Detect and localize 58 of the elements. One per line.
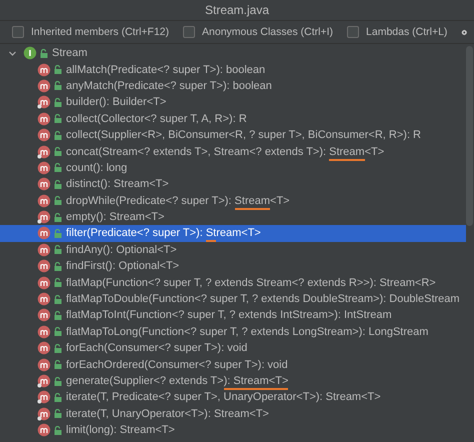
method-item[interactable]: flatMapToDouble(Function<? super T, ? extends DoubleStream>): DoubleStream bbox=[66, 293, 460, 306]
lock-icon bbox=[54, 376, 62, 386]
method-item[interactable]: flatMapToLong(Function<? super T, ? extends LongStream>): LongStream bbox=[66, 326, 428, 338]
lock-icon bbox=[54, 310, 62, 320]
method-item[interactable]: filter(Predicate<? super T>): Stream<T> bbox=[66, 227, 261, 240]
lock-icon bbox=[54, 245, 62, 254]
method-item[interactable]: flatMap(Function<? super T, ? extends Stream<? extends R>>): Stream<R> bbox=[66, 276, 436, 289]
lock-icon bbox=[54, 163, 62, 172]
filter-checkbox[interactable]: Inherited members (Ctrl+F12) bbox=[12, 26, 170, 38]
method-item[interactable]: iterate(T, UnaryOperator<T>): Stream<T> bbox=[66, 408, 269, 420]
filter-checkbox[interactable]: Anonymous Classes (Ctrl+I) bbox=[183, 26, 334, 38]
method-item[interactable]: count(): long bbox=[66, 162, 128, 174]
lock-icon bbox=[54, 65, 62, 74]
tree-item[interactable]: Stream bbox=[52, 47, 88, 60]
method-item[interactable]: collect(Collector<? super T, A, R>): R bbox=[66, 112, 247, 125]
method-item[interactable]: findAny(): Optional<T> bbox=[66, 244, 177, 256]
lock-icon bbox=[40, 48, 48, 58]
filter-checkbox[interactable]: Lambdas (Ctrl+L) bbox=[347, 26, 448, 38]
method-item[interactable]: anyMatch(Predicate<? super T>): boolean bbox=[66, 80, 272, 92]
method-item[interactable]: forEachOrdered(Consumer<? super T>): void bbox=[66, 358, 288, 371]
lock-icon bbox=[54, 426, 62, 435]
lock-icon bbox=[54, 344, 62, 353]
checkbox[interactable] bbox=[347, 26, 360, 38]
method-item[interactable]: distinct(): Stream<T> bbox=[66, 178, 169, 190]
method-item[interactable]: generate(Supplier<? extends T>): Stream<T> bbox=[66, 375, 288, 387]
lock-icon bbox=[54, 294, 62, 304]
method-item[interactable]: allMatch(Predicate<? super T>): boolean bbox=[66, 64, 266, 76]
lock-icon bbox=[54, 262, 62, 271]
lock-icon bbox=[54, 98, 62, 107]
interface-icon bbox=[23, 46, 37, 60]
method-item[interactable]: limit(long): Stream<T> bbox=[66, 424, 175, 436]
lock-icon bbox=[54, 130, 62, 140]
method-item[interactable]: dropWhile(Predicate<? super T>): Stream<T> bbox=[66, 194, 290, 207]
method-item[interactable]: iterate(T, Predicate<? super T>, UnaryOperator<T>): Stream<T> bbox=[66, 391, 381, 404]
lock-icon bbox=[54, 327, 62, 336]
lock-icon bbox=[54, 409, 62, 418]
method-item[interactable]: collect(Supplier<R>, BiConsumer<R, ? super T>, BiConsumer<R, R>): R bbox=[66, 129, 421, 142]
method-item[interactable]: flatMapToInt(Function<? super T, ? extends IntStream>): IntStream bbox=[66, 309, 392, 322]
scrollbar[interactable] bbox=[466, 46, 473, 226]
selected-row[interactable]: filter(Predicate<? super T>): Stream<T> bbox=[0, 225, 466, 242]
lock-icon bbox=[54, 392, 62, 402]
window-title: Stream.java bbox=[204, 3, 270, 17]
lock-icon bbox=[54, 278, 62, 288]
lock-icon bbox=[54, 228, 62, 238]
method-item[interactable]: builder(): Builder<T> bbox=[66, 96, 166, 108]
lock-icon bbox=[54, 114, 62, 124]
lock-icon bbox=[54, 147, 62, 156]
method-item[interactable]: findFirst(): Optional<T> bbox=[66, 260, 180, 272]
lock-icon bbox=[54, 196, 62, 206]
method-item[interactable]: forEach(Consumer<? super T>): void bbox=[66, 342, 248, 354]
method-item[interactable]: empty(): Stream<T> bbox=[66, 211, 164, 224]
lock-icon bbox=[54, 180, 62, 189]
checkbox[interactable] bbox=[183, 26, 196, 38]
checkbox[interactable] bbox=[12, 26, 24, 38]
lock-icon bbox=[54, 360, 62, 370]
lock-icon bbox=[54, 212, 62, 222]
lock-icon bbox=[54, 81, 62, 90]
method-item[interactable]: concat(Stream<? extends T>, Stream<? extends T>): Stream<T> bbox=[66, 146, 384, 158]
